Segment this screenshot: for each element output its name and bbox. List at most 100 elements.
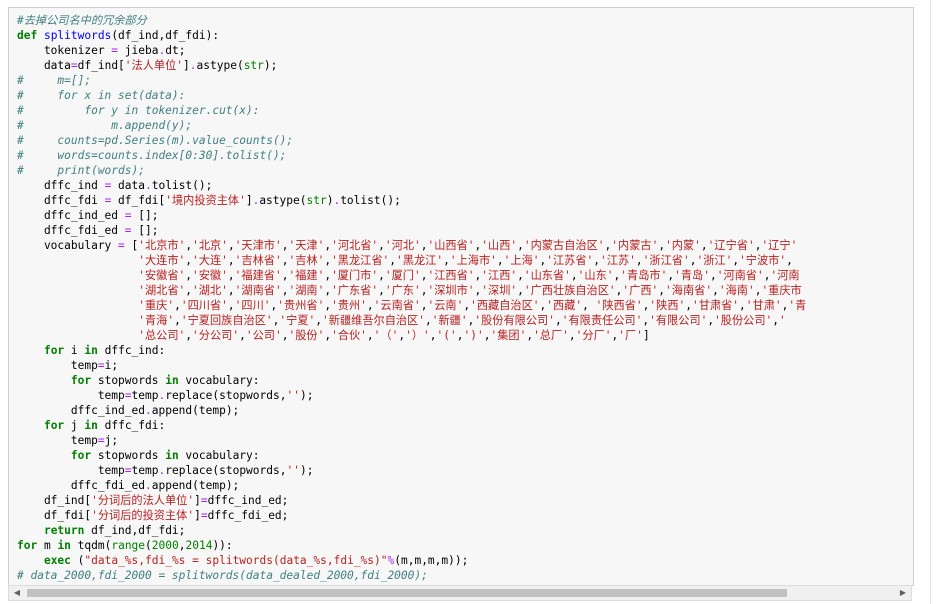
code-token: dt; — [165, 44, 186, 57]
code-token: '上海' — [503, 254, 540, 267]
code-token: '分词后的投资主体' — [91, 509, 195, 522]
code-token: '厦门' — [384, 269, 421, 282]
code-token: j; — [104, 434, 119, 447]
code-token: tolist(); — [151, 179, 213, 192]
code-token: '山东' — [577, 269, 614, 282]
code-line: '大连市','大连','吉林省','吉林','黑龙江省','黑龙江','上海市'… — [17, 253, 907, 268]
code-token: , — [517, 269, 524, 282]
code-token: '安徽省' — [138, 269, 186, 282]
code-token: , — [366, 299, 374, 312]
code-cell[interactable]: #去掉公司名中的冗余部分 def splitwords(df_ind,df_fdi… — [8, 7, 914, 586]
code-token: df_ind[ — [77, 59, 125, 72]
code-token: stopwords — [91, 449, 166, 462]
code-line: df_ind['分词后的法人单位']=dffc_ind_ed; — [17, 493, 907, 508]
code-token: '云南省' — [373, 299, 421, 312]
code-token: , — [570, 269, 578, 282]
code-token: , — [739, 299, 746, 312]
code-token: for — [70, 374, 92, 387]
code-token: '有限责任公司' — [561, 314, 643, 327]
code-token: (df_ind,df_fdi): — [111, 29, 220, 42]
code-token: '新疆维吾尔自治区' — [322, 314, 425, 327]
code-token: )): — [212, 539, 233, 552]
code-token: stopwords — [91, 374, 166, 387]
code-token: '宁夏' — [279, 314, 316, 327]
code-token: = — [200, 494, 208, 507]
code-token: '贵州省' — [277, 299, 325, 312]
code-token: '股份有限公司' — [474, 314, 555, 327]
code-token: '甘肃省' — [692, 299, 740, 312]
code-token: ] — [194, 494, 201, 507]
code-token: . — [145, 179, 152, 192]
code-token: ); — [299, 464, 314, 477]
code-token: '黑龙江' — [396, 254, 444, 267]
code-token: '湖北' — [192, 284, 228, 297]
code-token: '山西省' — [427, 239, 475, 252]
code-token: . — [189, 59, 197, 72]
code-token: ')' — [463, 329, 484, 342]
code-token: [ — [124, 239, 139, 252]
code-token: for — [43, 419, 65, 432]
scroll-left-arrow-icon[interactable]: ◀ — [9, 586, 25, 600]
horizontal-scrollbar[interactable]: ◀ ▶ — [8, 585, 912, 601]
code-token: , — [517, 239, 524, 252]
code-line: # m=[]; — [17, 73, 907, 88]
code-token: , — [712, 284, 719, 297]
code-token: '广西' — [622, 284, 659, 297]
code-token: '浙江省' — [642, 254, 690, 267]
scroll-right-arrow-icon[interactable]: ▶ — [895, 586, 911, 600]
code-token: '湖北省' — [138, 284, 186, 297]
code-token: = — [97, 359, 105, 372]
code-token: '吉林省' — [234, 254, 282, 267]
code-editor[interactable]: #去掉公司名中的冗余部分 def splitwords(df_ind,df_fdi… — [17, 13, 907, 583]
scrollbar-thumb[interactable] — [27, 589, 787, 597]
code-line: temp=j; — [17, 433, 907, 448]
code-line: '重庆','四川省','四川','贵州省','贵州','云南省','云南','西… — [17, 298, 907, 313]
code-token: for — [17, 539, 38, 552]
code-token: , — [227, 284, 235, 297]
code-line: dffc_ind = data.tolist(); — [17, 178, 907, 193]
code-token: dffc_fdi_ed — [17, 224, 125, 237]
code-token: , — [420, 239, 428, 252]
code-token: , — [568, 329, 576, 342]
code-token: '青 — [788, 299, 807, 312]
code-line: '青海','宁夏回族自治区','宁夏','新疆维吾尔自治区','新疆','股份有… — [17, 313, 907, 328]
code-token: ] — [194, 509, 201, 522]
code-token: ' — [779, 314, 786, 327]
code-token: astype( — [259, 194, 307, 207]
code-token: , — [174, 314, 181, 327]
code-token: in — [84, 419, 98, 432]
code-token: '河南 — [770, 269, 800, 282]
code-token: , — [315, 314, 323, 327]
code-token: '江西省' — [427, 269, 475, 282]
code-token: , — [227, 254, 235, 267]
code-token: # counts=pd.Series(m).value_counts(); — [17, 134, 294, 147]
code-token: ( — [145, 539, 152, 552]
code-token: '云南' — [427, 299, 464, 312]
code-token: df_ind,df_fdi; — [84, 524, 186, 537]
code-line: # print(words); — [17, 163, 907, 178]
code-token: , — [227, 239, 235, 252]
code-token: , — [378, 284, 385, 297]
code-token: , — [425, 314, 432, 327]
code-token: append(temp); — [151, 404, 240, 417]
code-token: '山西' — [481, 239, 518, 252]
code-token: # print(words); — [17, 164, 145, 177]
code-token: # words=counts.index[0:30].tolist(); — [17, 149, 287, 162]
code-token: '重庆' — [138, 299, 175, 312]
code-token: '西藏' — [546, 299, 583, 312]
code-token: , — [709, 269, 717, 282]
code-token: df_fdi[ — [17, 509, 92, 522]
code-token: '辽宁' — [761, 239, 798, 252]
code-token: temp — [17, 464, 125, 477]
code-token: '天津市' — [234, 239, 282, 252]
code-token: '四川' — [234, 299, 271, 312]
code-line: for m in tqdm(range(2000,2014)): — [17, 538, 907, 553]
code-token: '上海市' — [449, 254, 497, 267]
code-token: '山东省' — [523, 269, 571, 282]
code-token: '青海' — [138, 314, 175, 327]
code-token: '海南' — [718, 284, 755, 297]
code-token: "data_%s,fdi_%s = splitwords(data_%s,fdi… — [84, 554, 388, 567]
code-token: '甘肃' — [745, 299, 782, 312]
